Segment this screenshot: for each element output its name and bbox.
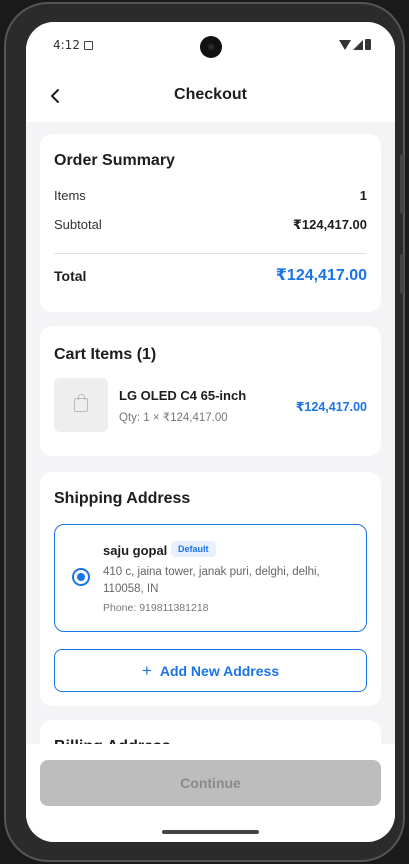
order-summary-card: Order Summary Items 1 Subtotal ₹124,417.… — [40, 134, 381, 312]
signal-icon — [353, 40, 363, 50]
volume-button — [400, 154, 404, 214]
product-price: ₹124,417.00 — [295, 400, 367, 414]
front-camera — [200, 36, 222, 58]
order-summary-title: Order Summary — [54, 152, 175, 169]
address-name: saju gopal — [103, 543, 168, 558]
plus-icon: + — [141, 661, 152, 680]
product-thumbnail — [54, 378, 108, 432]
cart-items-title: Cart Items (1) — [54, 346, 157, 363]
checkout-content[interactable]: Order Summary Items 1 Subtotal ₹124,417.… — [26, 122, 395, 762]
phone-frame: 4:12 Checkout Order Summary Items 1 Subt… — [4, 2, 405, 862]
add-new-address-button[interactable]: + Add New Address — [54, 649, 367, 692]
wifi-icon — [339, 40, 351, 50]
subtotal-value: ₹124,417.00 — [292, 217, 367, 232]
screen: 4:12 Checkout Order Summary Items 1 Subt… — [26, 22, 395, 842]
power-button — [400, 254, 404, 294]
page-title: Checkout — [174, 86, 247, 103]
home-indicator[interactable] — [162, 830, 259, 834]
notification-icon — [84, 41, 93, 50]
product-quantity: Qty: 1 × ₹124,417.00 — [119, 412, 228, 424]
summary-divider — [54, 253, 367, 254]
items-count: 1 — [359, 188, 367, 203]
items-row: Items 1 — [54, 188, 367, 203]
add-address-label: Add New Address — [159, 663, 280, 679]
total-label: Total — [54, 268, 87, 284]
product-name: LG OLED C4 65-inch — [119, 388, 247, 403]
shopping-bag-icon — [74, 394, 88, 412]
bottom-bar: Continue — [26, 744, 395, 842]
address-phone: Phone: 919811381218 — [103, 602, 209, 614]
shipping-address-title: Shipping Address — [54, 490, 191, 507]
address-line: 410 c, jaina tower, janak puri, delghi, … — [103, 566, 320, 595]
app-header: Checkout — [26, 72, 395, 122]
status-time: 4:12 — [53, 38, 80, 52]
radio-selected-icon[interactable] — [72, 568, 90, 586]
subtotal-label: Subtotal — [54, 217, 102, 232]
battery-icon — [365, 39, 371, 50]
continue-button[interactable]: Continue — [40, 760, 381, 806]
default-badge: Default — [171, 541, 216, 557]
address-option[interactable]: saju gopal Default 410 c, jaina tower, j… — [54, 524, 367, 632]
total-row: Total ₹124,417.00 — [54, 267, 367, 284]
cart-items-card: Cart Items (1) LG OLED C4 65-inch Qty: 1… — [40, 326, 381, 456]
status-bar: 4:12 — [26, 22, 395, 72]
subtotal-row: Subtotal ₹124,417.00 — [54, 217, 367, 232]
total-value: ₹124,417.00 — [275, 267, 367, 284]
shipping-address-card: Shipping Address saju gopal Default 410 … — [40, 472, 381, 706]
items-label: Items — [54, 188, 86, 203]
